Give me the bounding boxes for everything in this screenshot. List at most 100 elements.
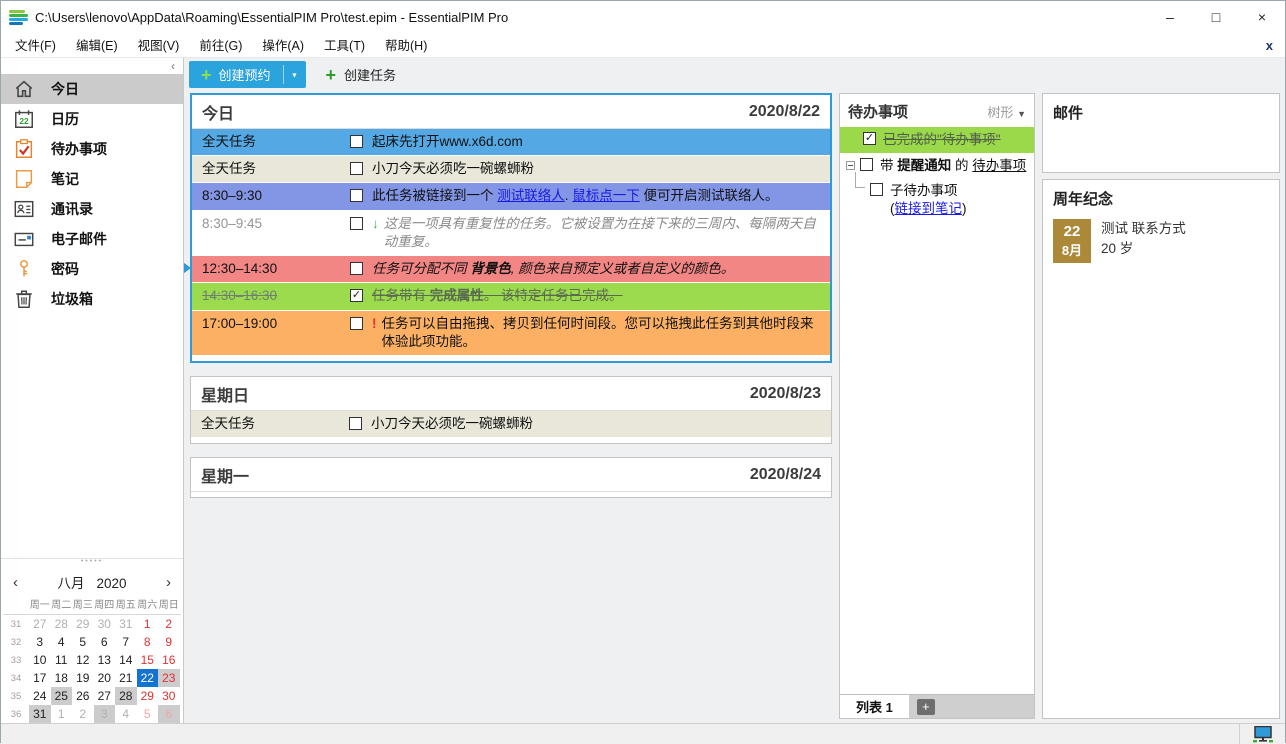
link[interactable]: 测试联络人	[497, 188, 565, 203]
calendar-day[interactable]: 3	[29, 633, 51, 651]
task-row[interactable]: 全天任务小刀今天必须吃一碗螺蛳粉	[192, 156, 830, 183]
sidebar-item-日历[interactable]: 22日历	[1, 104, 183, 134]
calendar-day[interactable]: 2	[72, 705, 94, 723]
day-panels-column: 今日2020/8/22全天任务起床先打开www.x6d.com全天任务小刀今天必…	[188, 93, 832, 719]
sidebar-collapse-icon[interactable]: ‹	[171, 59, 175, 73]
close-button[interactable]: ×	[1239, 1, 1285, 33]
new-task-button[interactable]: + 创建任务	[318, 61, 405, 88]
calendar-prev-icon[interactable]: ‹	[13, 574, 29, 591]
new-appointment-button[interactable]: + 创建预约 ▼	[189, 61, 306, 88]
calendar-day[interactable]: 15	[137, 651, 159, 669]
calendar-day[interactable]: 1	[137, 615, 159, 633]
calendar-day[interactable]: 5	[137, 705, 159, 723]
task-checkbox[interactable]: ✓	[350, 289, 363, 302]
calendar-day[interactable]: 12	[72, 651, 94, 669]
calendar-day[interactable]: 29	[72, 615, 94, 633]
task-row[interactable]: 8:30–9:30此任务被链接到一个 测试联络人. 鼠标点一下 便可开启测试联络…	[192, 183, 830, 210]
calendar-day[interactable]: 29	[137, 687, 159, 705]
calendar-day[interactable]: 21	[115, 669, 137, 687]
todo-checkbox[interactable]: ✓	[863, 132, 876, 145]
minimize-button[interactable]: –	[1147, 1, 1193, 33]
calendar-day[interactable]: 20	[94, 669, 116, 687]
menu-视图(V)[interactable]: 视图(V)	[128, 35, 190, 57]
task-checkbox[interactable]	[350, 135, 363, 148]
calendar-next-icon[interactable]: ›	[155, 574, 171, 591]
sidebar-item-电子邮件[interactable]: 电子邮件	[1, 224, 183, 254]
calendar-day[interactable]: 4	[51, 633, 73, 651]
task-checkbox[interactable]	[350, 262, 363, 275]
calendar-day[interactable]: 3	[94, 705, 116, 723]
task-checkbox[interactable]	[350, 162, 363, 175]
calendar-day[interactable]: 16	[158, 651, 180, 669]
todo-item[interactable]: 带 提醒通知 的 待办事项	[840, 153, 1034, 179]
calendar-day[interactable]: 7	[115, 633, 137, 651]
todo-item[interactable]: 子待办事项(链接到笔记)	[864, 178, 1034, 221]
task-row[interactable]: 全天任务起床先打开www.x6d.com	[192, 129, 830, 156]
calendar-day[interactable]: 2	[158, 615, 180, 633]
sidebar-item-密码[interactable]: 密码	[1, 254, 183, 284]
task-row[interactable]: 全天任务小刀今天必须吃一碗螺蛳粉	[191, 411, 831, 438]
network-status-icon[interactable]	[1239, 724, 1285, 744]
task-row[interactable]: 14:30–16:30✓任务带有 完成属性。 该特定任务已完成。	[192, 283, 830, 310]
calendar-day[interactable]: 26	[72, 687, 94, 705]
task-checkbox[interactable]	[349, 417, 362, 430]
link[interactable]: 鼠标点一下	[572, 188, 640, 203]
toolbar-close-icon[interactable]: x	[1266, 38, 1273, 53]
task-checkbox[interactable]	[350, 217, 363, 230]
task-row[interactable]: 17:00–19:00!任务可以自由拖拽、拷贝到任何时间段。您可以拖拽此任务到其…	[192, 311, 830, 356]
task-row[interactable]: 8:30–9:45↓这是一项具有重复性的任务。它被设置为在接下来的三周内、每隔两…	[192, 211, 830, 256]
tree-collapse-icon[interactable]	[846, 161, 855, 170]
calendar-day[interactable]: 31	[29, 705, 51, 723]
sidebar-item-今日[interactable]: 今日	[1, 74, 183, 104]
calendar-day[interactable]: 31	[115, 615, 137, 633]
calendar-day[interactable]: 23	[158, 669, 180, 687]
calendar-day[interactable]: 30	[158, 687, 180, 705]
anniversary-entry[interactable]: 228月测试 联系方式20 岁	[1053, 219, 1269, 263]
calendar-day[interactable]: 8	[137, 633, 159, 651]
calendar-day[interactable]: 30	[94, 615, 116, 633]
sidebar-item-垃圾箱[interactable]: 垃圾箱	[1, 284, 183, 314]
calendar-day[interactable]: 13	[94, 651, 116, 669]
menu-文件(F)[interactable]: 文件(F)	[5, 35, 66, 57]
calendar-day[interactable]: 18	[51, 669, 73, 687]
calendar-day[interactable]: 9	[158, 633, 180, 651]
calendar-day[interactable]: 27	[29, 615, 51, 633]
sidebar-item-笔记[interactable]: 笔记	[1, 164, 183, 194]
calendar-day[interactable]: 25	[51, 687, 73, 705]
todo-checkbox[interactable]	[870, 183, 883, 196]
add-list-button[interactable]: +	[917, 699, 935, 715]
task-checkbox[interactable]	[350, 317, 363, 330]
sidebar-item-待办事项[interactable]: 待办事项	[1, 134, 183, 164]
calendar-day[interactable]: 1	[51, 705, 73, 723]
calendar-day[interactable]: 10	[29, 651, 51, 669]
maximize-button[interactable]: □	[1193, 1, 1239, 33]
new-appointment-dropdown[interactable]: ▼	[284, 61, 306, 88]
menu-工具(T)[interactable]: 工具(T)	[314, 35, 375, 57]
todo-view-dropdown[interactable]: 树形 ▼	[987, 102, 1026, 121]
calendar-day[interactable]: 22	[137, 669, 159, 687]
calendar-day[interactable]: 6	[94, 633, 116, 651]
calendar-day[interactable]: 24	[29, 687, 51, 705]
menu-前往(G)[interactable]: 前往(G)	[189, 35, 252, 57]
sidebar-item-通讯录[interactable]: 通讯录	[1, 194, 183, 224]
todo-checkbox[interactable]	[860, 158, 873, 171]
calendar-day[interactable]: 27	[94, 687, 116, 705]
task-checkbox[interactable]	[350, 189, 363, 202]
link[interactable]: 链接到笔记	[895, 201, 963, 216]
menu-操作(A)[interactable]: 操作(A)	[252, 35, 314, 57]
calendar-day[interactable]: 14	[115, 651, 137, 669]
calendar-day[interactable]: 4	[115, 705, 137, 723]
menu-帮助(H)[interactable]: 帮助(H)	[375, 35, 437, 57]
task-row[interactable]: 12:30–14:30任务可分配不同 背景色, 颜色来自预定义或者自定义的颜色。	[192, 256, 830, 283]
calendar-splitter[interactable]: •••••	[1, 558, 183, 568]
calendar-day[interactable]: 6	[158, 705, 180, 723]
menu-编辑(E)[interactable]: 编辑(E)	[66, 35, 128, 57]
calendar-day[interactable]: 19	[72, 669, 94, 687]
todo-list-tab[interactable]: 列表 1	[840, 695, 909, 718]
todo-item[interactable]: ✓已完成的"待办事项"	[840, 127, 1034, 153]
calendar-day[interactable]: 28	[51, 615, 73, 633]
calendar-day[interactable]: 5	[72, 633, 94, 651]
calendar-day[interactable]: 17	[29, 669, 51, 687]
calendar-day[interactable]: 28	[115, 687, 137, 705]
calendar-day[interactable]: 11	[51, 651, 73, 669]
